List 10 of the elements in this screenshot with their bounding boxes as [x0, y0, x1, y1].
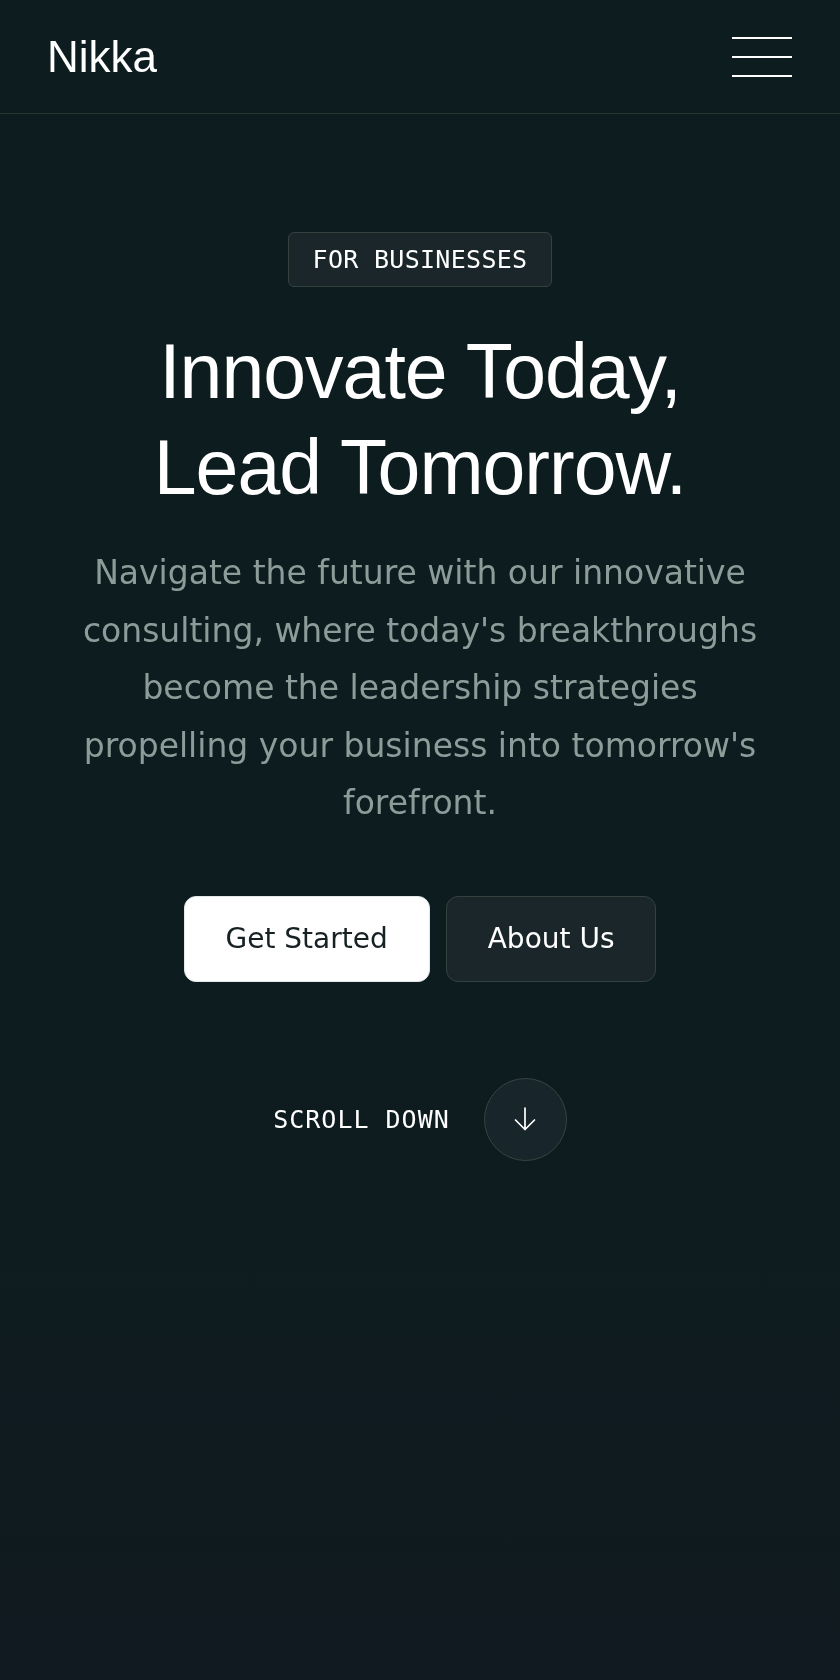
- scroll-label: SCROLL DOWN: [273, 1104, 450, 1134]
- menu-icon: [732, 36, 792, 77]
- arrow-down-icon: [513, 1107, 538, 1131]
- logo[interactable]: Nikka: [47, 34, 158, 79]
- hero-description: Navigate the future with our innovative consulting, where today's breakthroughs become the leadership strategies propelling your business into tomorrow's forefront.: [81, 552, 759, 824]
- primary-button[interactable]: Get Started: [183, 895, 430, 982]
- hero-title: Innovate Today, Lead Tomorrow.: [152, 327, 688, 512]
- secondary-button[interactable]: About Us: [445, 895, 657, 982]
- menu-button[interactable]: [732, 36, 792, 77]
- category-badge: FOR BUSINESSES: [287, 232, 553, 287]
